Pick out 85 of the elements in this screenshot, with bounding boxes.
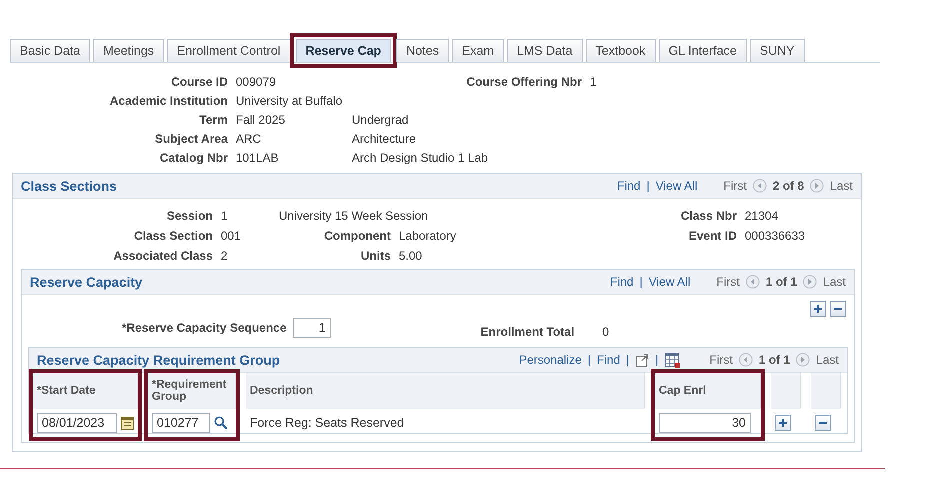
find-link[interactable]: Find bbox=[610, 275, 634, 289]
field-description: Undergrad bbox=[352, 113, 410, 127]
field-label: Catalog Nbr bbox=[158, 151, 228, 165]
field-value: University 15 Week Session bbox=[279, 209, 430, 223]
last-label: Last bbox=[830, 179, 853, 193]
field-label: Course Offering Nbr bbox=[466, 75, 582, 89]
sequence-field[interactable]: 1 bbox=[292, 318, 331, 338]
field-value: 21304 bbox=[745, 209, 780, 223]
field-label: Class Section bbox=[133, 229, 213, 243]
field-value: 1 bbox=[590, 75, 598, 89]
remove-row-button[interactable] bbox=[830, 301, 846, 317]
field-label: Term bbox=[198, 113, 228, 127]
field-label: Associated Class bbox=[112, 249, 213, 263]
row-position: 1 of 1 bbox=[758, 353, 790, 367]
field-label: Class Nbr bbox=[680, 209, 737, 223]
first-label: First bbox=[710, 353, 733, 367]
field-value: Fall 2025 bbox=[236, 113, 286, 127]
popout-icon[interactable] bbox=[636, 354, 650, 366]
first-label: First bbox=[724, 179, 747, 193]
link-separator: | bbox=[588, 353, 592, 367]
column-header: *Requirement Group bbox=[148, 373, 236, 409]
field-value: 1 bbox=[221, 209, 229, 223]
add-row-button[interactable] bbox=[775, 415, 791, 431]
panel-title: Class Sections bbox=[21, 178, 118, 194]
tab[interactable]: GL Interface bbox=[658, 39, 748, 62]
view-all-link[interactable]: View All bbox=[656, 179, 698, 193]
link-separator: | bbox=[656, 353, 659, 367]
field-label: Component bbox=[323, 229, 391, 243]
tab[interactable]: Exam bbox=[452, 39, 504, 62]
tab[interactable]: Reserve Cap bbox=[296, 39, 392, 62]
column-header: Description bbox=[246, 373, 645, 409]
field-label: Enrollment Total bbox=[480, 325, 575, 339]
field-label: Subject Area bbox=[154, 132, 228, 146]
tab[interactable]: Meetings bbox=[93, 39, 164, 62]
column-header: Cap Enrl bbox=[655, 373, 761, 409]
find-link[interactable]: Find bbox=[617, 179, 641, 193]
tab[interactable]: Enrollment Control bbox=[167, 39, 291, 62]
tab[interactable]: Basic Data bbox=[10, 39, 90, 62]
field-value: 101LAB bbox=[236, 151, 280, 165]
field-value: 009079 bbox=[236, 75, 278, 89]
last-label: Last bbox=[823, 275, 846, 289]
tab[interactable]: SUNY bbox=[750, 39, 805, 62]
panel-title: Reserve Capacity Requirement Group bbox=[37, 352, 280, 368]
link-separator: | bbox=[640, 275, 643, 289]
link-separator: | bbox=[646, 179, 650, 193]
field-value: 2 bbox=[221, 249, 229, 263]
field-label: Session bbox=[166, 209, 213, 223]
field-label: Units bbox=[360, 249, 391, 263]
cap-enrollment-field[interactable]: 30 bbox=[659, 413, 751, 433]
field-description: Arch Design Studio 1 Lab bbox=[352, 151, 490, 165]
field-value: University at Buffalo bbox=[236, 94, 344, 108]
spreadsheet-icon[interactable] bbox=[664, 352, 680, 368]
row-position: 1 of 1 bbox=[766, 275, 798, 289]
view-all-link[interactable]: View All bbox=[648, 275, 691, 289]
search-icon[interactable] bbox=[214, 416, 228, 430]
plus-icon bbox=[778, 418, 788, 428]
tab[interactable]: LMS Data bbox=[507, 39, 583, 62]
plus-icon bbox=[813, 304, 823, 314]
first-label: First bbox=[716, 275, 740, 289]
field-label: Event ID bbox=[688, 229, 737, 243]
tab[interactable]: Textbook bbox=[586, 39, 656, 62]
find-link[interactable]: Find bbox=[597, 353, 620, 367]
personalize-link[interactable]: Personalize bbox=[519, 353, 582, 367]
panel-title: Reserve Capacity bbox=[30, 274, 143, 290]
add-row-button[interactable] bbox=[810, 301, 826, 317]
field-value: Laboratory bbox=[399, 229, 458, 243]
calendar-icon[interactable] bbox=[121, 416, 134, 430]
field-label: Academic Institution bbox=[108, 94, 228, 108]
field-label: *Reserve Capacity Sequence bbox=[122, 321, 287, 335]
remove-row-button[interactable] bbox=[815, 415, 831, 431]
last-label: Last bbox=[816, 353, 839, 367]
field-description: Architecture bbox=[352, 132, 418, 146]
requirement-group-field[interactable]: 010277 bbox=[152, 413, 210, 433]
link-separator: | bbox=[626, 353, 630, 367]
field-value: 5.00 bbox=[399, 249, 424, 263]
field-value: ARC bbox=[236, 132, 262, 146]
tab[interactable]: Notes bbox=[396, 39, 450, 62]
field-label: Course ID bbox=[170, 75, 228, 89]
row-position: 2 of 8 bbox=[772, 179, 804, 193]
description-text: Force Reg: Seats Reserved bbox=[250, 416, 404, 430]
field-value: 0 bbox=[602, 325, 610, 339]
start-date-field[interactable]: 08/01/2023 bbox=[37, 413, 117, 433]
field-value: 000336633 bbox=[745, 229, 806, 243]
column-header: *Start Date bbox=[33, 373, 138, 409]
field-value: 001 bbox=[221, 229, 242, 243]
